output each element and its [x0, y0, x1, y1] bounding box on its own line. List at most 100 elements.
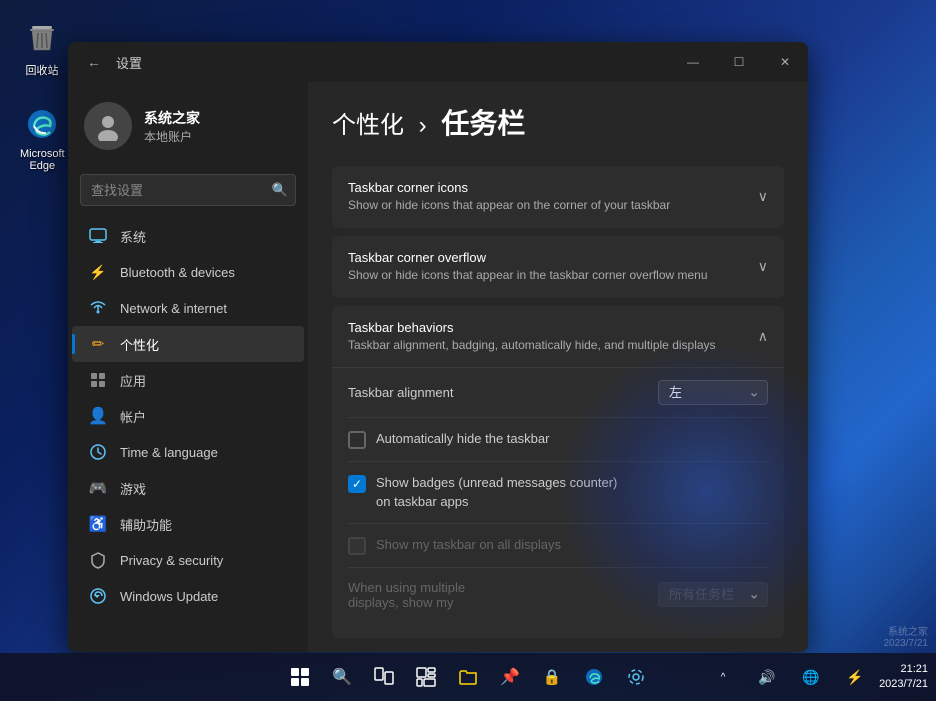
back-button[interactable]: ← — [80, 48, 108, 76]
battery-icon[interactable]: ⚡ — [835, 657, 875, 697]
edge-desktop-icon[interactable]: MicrosoftEdge — [16, 100, 69, 176]
behaviors-title: Taskbar behaviors — [348, 320, 716, 335]
sidebar-item-privacy-label: Privacy & security — [120, 553, 223, 568]
behaviors-desc: Taskbar alignment, badging, automaticall… — [348, 337, 716, 354]
corner-overflow-expand-icon: ∨ — [758, 258, 768, 275]
sidebar-item-network-label: Network & internet — [120, 301, 227, 316]
page-header: 个性化 › 任务栏 — [332, 102, 784, 142]
behaviors-content: Taskbar alignment 左 居中 — [332, 367, 784, 637]
recycle-bin-label: 回收站 — [26, 62, 59, 78]
time-icon — [88, 442, 108, 462]
start-button[interactable] — [280, 657, 320, 697]
sidebar-item-personalization[interactable]: ✏ 个性化 — [72, 326, 304, 362]
sidebar-item-time[interactable]: Time & language — [72, 434, 304, 470]
sidebar-item-network[interactable]: Network & internet — [72, 290, 304, 326]
recycle-bin-image — [22, 18, 62, 58]
privacy-icon — [88, 550, 108, 570]
taskbar-behaviors-card: Taskbar behaviors Taskbar alignment, bad… — [332, 306, 784, 638]
taskbar-settings-button[interactable] — [616, 657, 656, 697]
task-view-button[interactable] — [364, 657, 404, 697]
corner-icons-expand-icon: ∨ — [758, 188, 768, 205]
behaviors-text: Taskbar behaviors Taskbar alignment, bad… — [348, 320, 716, 354]
network-icon — [88, 298, 108, 318]
alignment-row: Taskbar alignment 左 居中 — [348, 368, 768, 418]
sidebar-item-gaming-label: 游戏 — [120, 479, 146, 498]
username: 系统之家 — [144, 108, 200, 128]
taskbar-corner-overflow-header[interactable]: Taskbar corner overflow Show or hide ico… — [332, 236, 784, 298]
taskbar-corner-overflow-card: Taskbar corner overflow Show or hide ico… — [332, 236, 784, 298]
apps-icon — [88, 370, 108, 390]
badges-label: Show badges (unread messages counter)on … — [376, 474, 617, 510]
sidebar-item-bluetooth[interactable]: ⚡ Bluetooth & devices — [72, 254, 304, 290]
alignment-select[interactable]: 左 居中 — [658, 380, 768, 405]
window-title: 设置 — [116, 53, 142, 72]
edge-label: MicrosoftEdge — [20, 148, 65, 172]
minimize-button[interactable]: — — [670, 42, 716, 82]
speaker-icon[interactable]: 🔊 — [747, 657, 787, 697]
taskbar: 🔍 📌 — [0, 653, 936, 701]
accessibility-icon: ♿ — [88, 514, 108, 534]
corner-icons-text: Taskbar corner icons Show or hide icons … — [348, 180, 670, 214]
taskbar-right: ^ 🔊 🌐 ⚡ 21:21 2023/7/21 — [703, 657, 928, 697]
autohide-label: Automatically hide the taskbar — [376, 430, 549, 448]
update-icon — [88, 586, 108, 606]
system-tray-chevron[interactable]: ^ — [703, 657, 743, 697]
sidebar-item-system-label: 系统 — [120, 227, 146, 246]
all-displays-label: Show my taskbar on all displays — [376, 536, 561, 554]
sidebar-item-bluetooth-label: Bluetooth & devices — [120, 265, 235, 280]
title-bar: ← 设置 — ☐ ✕ — [68, 42, 808, 82]
taskbar-edge-button[interactable] — [574, 657, 614, 697]
time-display: 21:21 — [879, 662, 928, 677]
accounts-icon: 👤 — [88, 406, 108, 426]
network-icon-taskbar[interactable]: 🌐 — [791, 657, 831, 697]
sidebar-item-privacy[interactable]: Privacy & security — [72, 542, 304, 578]
user-info: 系统之家 本地账户 — [144, 108, 200, 145]
gaming-icon: 🎮 — [88, 478, 108, 498]
search-taskbar-button[interactable]: 🔍 — [322, 657, 362, 697]
maximize-button[interactable]: ☐ — [716, 42, 762, 82]
sidebar-item-gaming[interactable]: 🎮 游戏 — [72, 470, 304, 506]
corner-overflow-desc: Show or hide icons that appear in the ta… — [348, 267, 708, 284]
title-bar-left: ← 设置 — [80, 48, 142, 76]
multiple-display-select: 所有任务栏 — [658, 582, 768, 607]
search-input[interactable] — [80, 174, 296, 206]
all-displays-row: Show my taskbar on all displays — [348, 524, 768, 568]
sidebar-item-accounts[interactable]: 👤 帐户 — [72, 398, 304, 434]
multiple-display-row: When using multipledisplays, show my 所有任… — [348, 568, 768, 622]
system-icon — [88, 226, 108, 246]
taskbar-corner-icons-header[interactable]: Taskbar corner icons Show or hide icons … — [332, 166, 784, 228]
clock[interactable]: 21:21 2023/7/21 — [879, 662, 928, 693]
sidebar-item-system[interactable]: 系统 — [72, 218, 304, 254]
autohide-checkbox[interactable] — [348, 431, 366, 449]
widgets-button[interactable] — [406, 657, 446, 697]
sidebar-item-apps[interactable]: 应用 — [72, 362, 304, 398]
badges-row: ✓ Show badges (unread messages counter)o… — [348, 462, 768, 523]
autohide-row: Automatically hide the taskbar — [348, 418, 768, 462]
recycle-bin-icon[interactable]: 回收站 — [18, 14, 66, 82]
taskbar-app-2[interactable]: 🔒 — [532, 657, 572, 697]
edge-image — [22, 104, 62, 144]
all-displays-checkbox — [348, 537, 366, 555]
corner-icons-desc: Show or hide icons that appear on the co… — [348, 197, 670, 214]
corner-icons-title: Taskbar corner icons — [348, 180, 670, 195]
file-explorer-button[interactable] — [448, 657, 488, 697]
sidebar: 系统之家 本地账户 🔍 系统 ⚡ — [68, 82, 308, 652]
user-profile[interactable]: 系统之家 本地账户 — [68, 90, 308, 166]
user-type: 本地账户 — [144, 128, 200, 145]
corner-overflow-title: Taskbar corner overflow — [348, 250, 708, 265]
sidebar-item-personalization-label: 个性化 — [120, 335, 159, 354]
sidebar-item-accessibility[interactable]: ♿ 辅助功能 — [72, 506, 304, 542]
right-panel-wrap: 个性化 › 任务栏 Taskbar corner icons Show or h… — [308, 82, 808, 652]
date-display: 2023/7/21 — [879, 677, 928, 692]
settings-body: 系统之家 本地账户 🔍 系统 ⚡ — [68, 82, 808, 652]
taskbar-behaviors-header[interactable]: Taskbar behaviors Taskbar alignment, bad… — [332, 306, 784, 368]
close-button[interactable]: ✕ — [762, 42, 808, 82]
taskbar-app-1[interactable]: 📌 — [490, 657, 530, 697]
sidebar-item-update[interactable]: Windows Update — [72, 578, 304, 614]
multiple-display-label: When using multipledisplays, show my — [348, 580, 465, 610]
breadcrumb: 个性化 › 任务栏 — [332, 112, 525, 139]
settings-window: ← 设置 — ☐ ✕ — [68, 42, 808, 652]
badges-checkbox[interactable]: ✓ — [348, 475, 366, 493]
sidebar-item-time-label: Time & language — [120, 445, 218, 460]
alignment-dropdown-wrap: 左 居中 — [658, 380, 768, 405]
